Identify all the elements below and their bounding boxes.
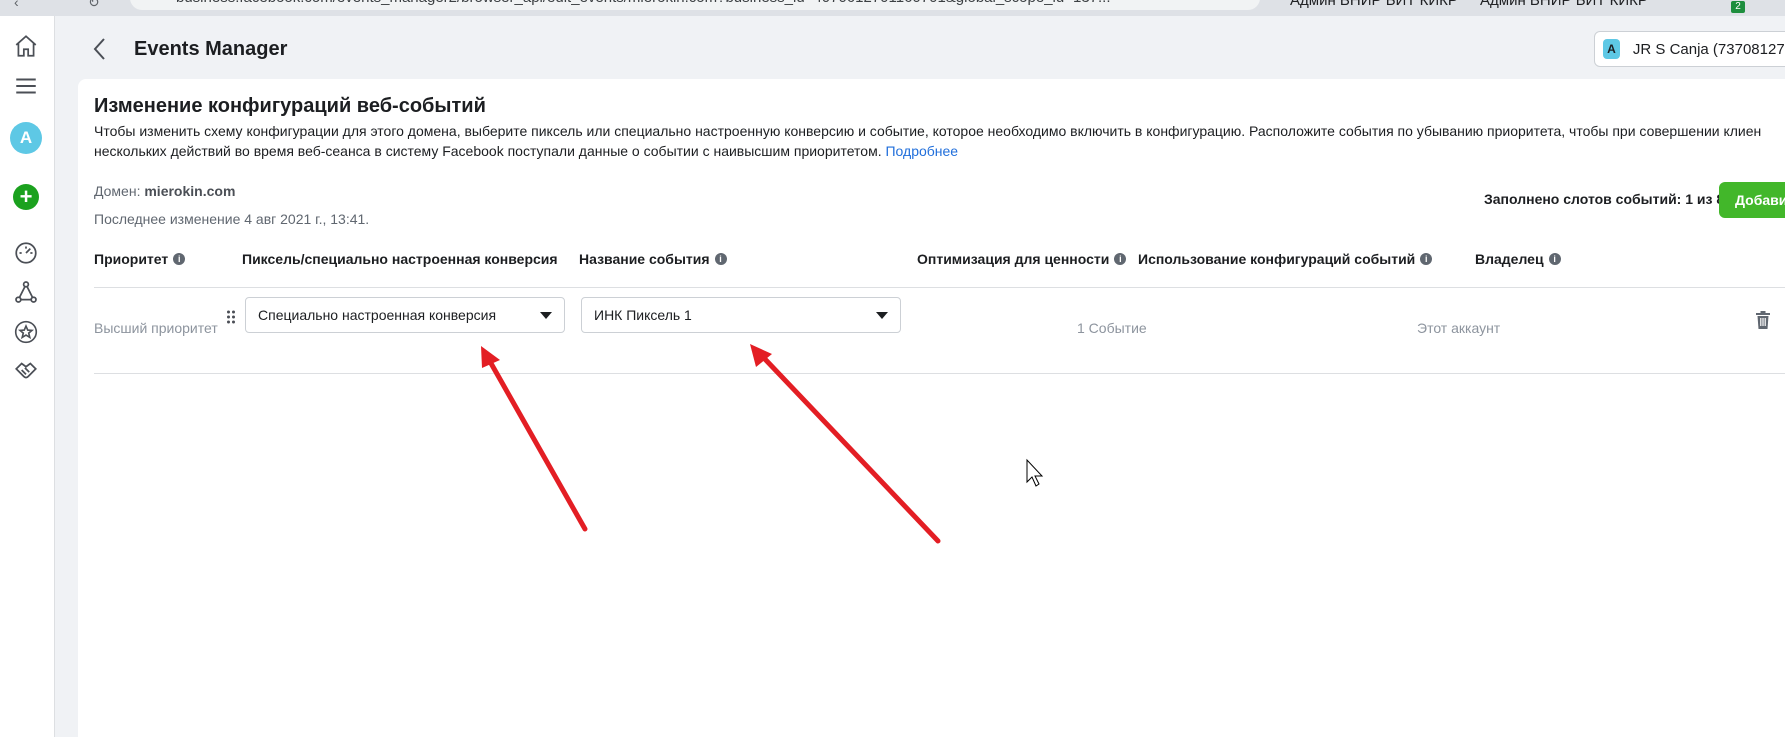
chevron-down-icon	[876, 311, 888, 319]
domain-row: Домен: mierokin.com	[94, 183, 235, 199]
dashboard-button[interactable]	[10, 237, 42, 269]
account-selector[interactable]: A JR S Canja (737081276	[1594, 31, 1785, 67]
pixel-conversion-dropdown[interactable]: Специально настроенная конверсия	[245, 297, 565, 333]
info-icon[interactable]: i	[1114, 253, 1127, 265]
header-owner: Владелец i	[1475, 251, 1561, 267]
header-priority: Приоритет i	[94, 251, 186, 267]
header-config-usage: Использование конфигураций событий i	[1138, 251, 1433, 267]
header-label: Пиксель/специально настроенная конверсия	[242, 251, 558, 267]
graph-button[interactable]	[10, 276, 42, 308]
domain-value: mierokin.com	[144, 183, 236, 199]
trash-icon[interactable]	[1755, 311, 1771, 329]
priority-label: Высший приоритет	[94, 320, 218, 336]
owner-value: Этот аккаунт	[1417, 320, 1501, 336]
home-button[interactable]	[10, 30, 42, 62]
address-bar[interactable]: business.facebook.com/events_manager2/br…	[130, 0, 1260, 10]
left-rail: A +	[0, 16, 55, 737]
dropdown-value: ИНК Пиксель 1	[594, 307, 692, 323]
event-name-dropdown[interactable]: ИНК Пиксель 1	[581, 297, 901, 333]
config-card: Изменение конфигураций веб-событий Чтобы…	[78, 79, 1785, 737]
drag-handle-icon[interactable]	[226, 310, 236, 324]
row-divider	[94, 373, 1785, 374]
info-icon[interactable]: i	[1548, 253, 1561, 265]
card-title: Изменение конфигураций веб-событий	[94, 95, 486, 117]
info-icon[interactable]: i	[714, 253, 727, 265]
header-label: Название события	[579, 251, 710, 267]
dropdown-value: Специально настроенная конверсия	[258, 307, 497, 323]
last-change-text: Последнее изменение 4 авг 2021 г., 13:41…	[94, 211, 370, 227]
header-value-optimization: Оптимизация для ценности i	[917, 251, 1127, 267]
browser-reload-icon[interactable]: ↻	[88, 0, 100, 11]
info-icon[interactable]: i	[1420, 253, 1433, 265]
table-divider	[94, 287, 1785, 288]
favorites-button[interactable]	[10, 316, 42, 348]
header-pixel: Пиксель/специально настроенная конверсия	[242, 251, 558, 267]
header-label: Владелец	[1475, 251, 1544, 267]
header-event-name: Название события i	[579, 251, 727, 267]
description-line: нескольких действий во время веб-сеанса …	[94, 141, 1785, 161]
event-slots-count: Заполнено слотов событий: 1 из 8	[1484, 191, 1725, 207]
star-icon	[14, 320, 38, 344]
handshake-icon	[15, 362, 37, 379]
bookmark-item[interactable]: Админ ВНИР БИТ КИКР	[1480, 0, 1648, 9]
config-usage-value: 1 Событие	[1077, 320, 1147, 336]
browser-back-icon[interactable]: ‹	[14, 0, 19, 10]
learn-more-link[interactable]: Подробнее	[885, 143, 958, 159]
description-text: нескольких действий во время веб-сеанса …	[94, 143, 886, 159]
header-label: Оптимизация для ценности	[917, 251, 1110, 267]
menu-icon	[16, 78, 36, 94]
account-avatar: A	[1603, 39, 1620, 59]
menu-button[interactable]	[10, 70, 42, 102]
browser-chrome: ‹ ↻ business.facebook.com/events_manager…	[0, 0, 1785, 16]
description-line: Чтобы изменить схему конфигурации для эт…	[94, 123, 1762, 139]
add-event-button[interactable]: Добавить	[1719, 182, 1785, 218]
chevron-down-icon	[540, 311, 552, 319]
partners-button[interactable]	[10, 354, 42, 386]
back-arrow-icon[interactable]	[88, 35, 112, 63]
card-description: Чтобы изменить схему конфигурации для эт…	[94, 121, 1785, 161]
info-icon[interactable]: i	[173, 253, 186, 265]
home-icon	[15, 35, 37, 57]
dashboard-icon	[15, 242, 37, 264]
avatar[interactable]: A	[10, 122, 42, 154]
page-title: Events Manager	[134, 38, 288, 60]
add-icon[interactable]: +	[13, 184, 39, 210]
extension-badge[interactable]: 2	[1731, 1, 1745, 13]
header-label: Использование конфигураций событий	[1138, 251, 1416, 267]
header-label: Приоритет	[94, 251, 169, 267]
graph-icon	[15, 281, 37, 303]
account-name: JR S Canja (737081276	[1632, 40, 1785, 58]
app-root: ‹ ↻ business.facebook.com/events_manager…	[0, 0, 1785, 737]
bookmark-item[interactable]: Админ ВНИР БИТ КИКР	[1290, 0, 1458, 9]
domain-label: Домен:	[94, 183, 145, 199]
